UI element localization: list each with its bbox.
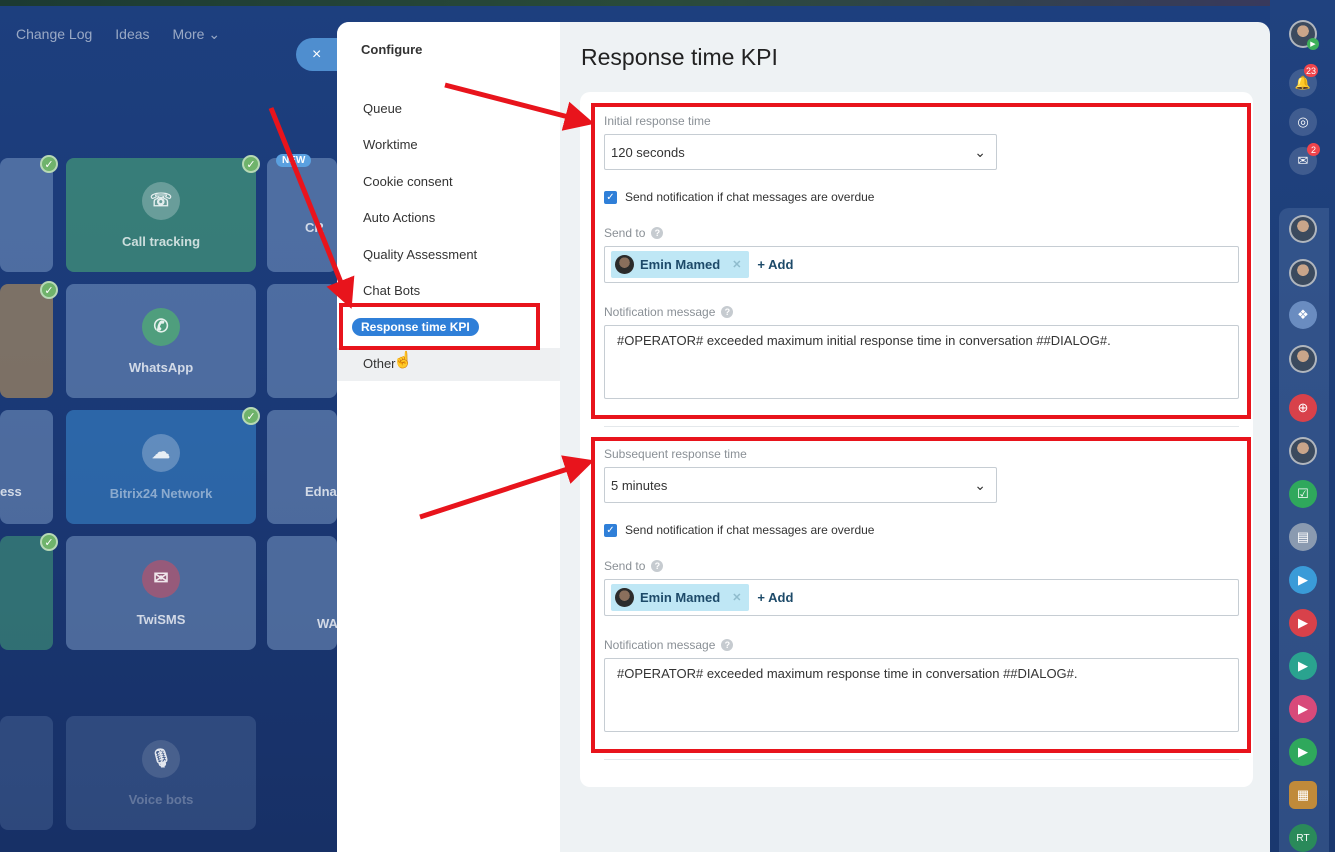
video-icon[interactable]: ▶ (1289, 695, 1317, 723)
calendar-icon[interactable]: ▦ (1289, 781, 1317, 809)
video-icon[interactable]: ▶ (1289, 652, 1317, 680)
chat-badge: 2 (1307, 143, 1320, 156)
status-play-icon: ▶ (1307, 38, 1319, 50)
video-icon[interactable]: ▶ (1289, 566, 1317, 594)
contact-avatar[interactable] (1289, 215, 1317, 243)
app-icon[interactable]: ⊕ (1289, 394, 1317, 422)
initials-avatar[interactable]: RT (1289, 824, 1317, 852)
arrow-to-initial (444, 82, 595, 131)
fingerprint-icon[interactable]: ◎ (1289, 108, 1317, 136)
contact-avatar[interactable] (1289, 437, 1317, 465)
video-icon[interactable]: ▶ (1289, 609, 1317, 637)
arrow-to-subsequent (419, 455, 595, 520)
notifications-badge: 23 (1304, 64, 1319, 77)
contact-avatar[interactable] (1289, 259, 1317, 287)
arrow-to-nav (268, 107, 355, 309)
video-icon[interactable]: ▶ (1289, 738, 1317, 766)
task-check-icon[interactable]: ☑ (1289, 480, 1317, 508)
group-avatar[interactable]: ❖ (1289, 301, 1317, 329)
card-icon[interactable]: ▤ (1289, 523, 1317, 551)
annotation-arrows (268, 82, 595, 520)
contact-avatar[interactable] (1289, 345, 1317, 373)
